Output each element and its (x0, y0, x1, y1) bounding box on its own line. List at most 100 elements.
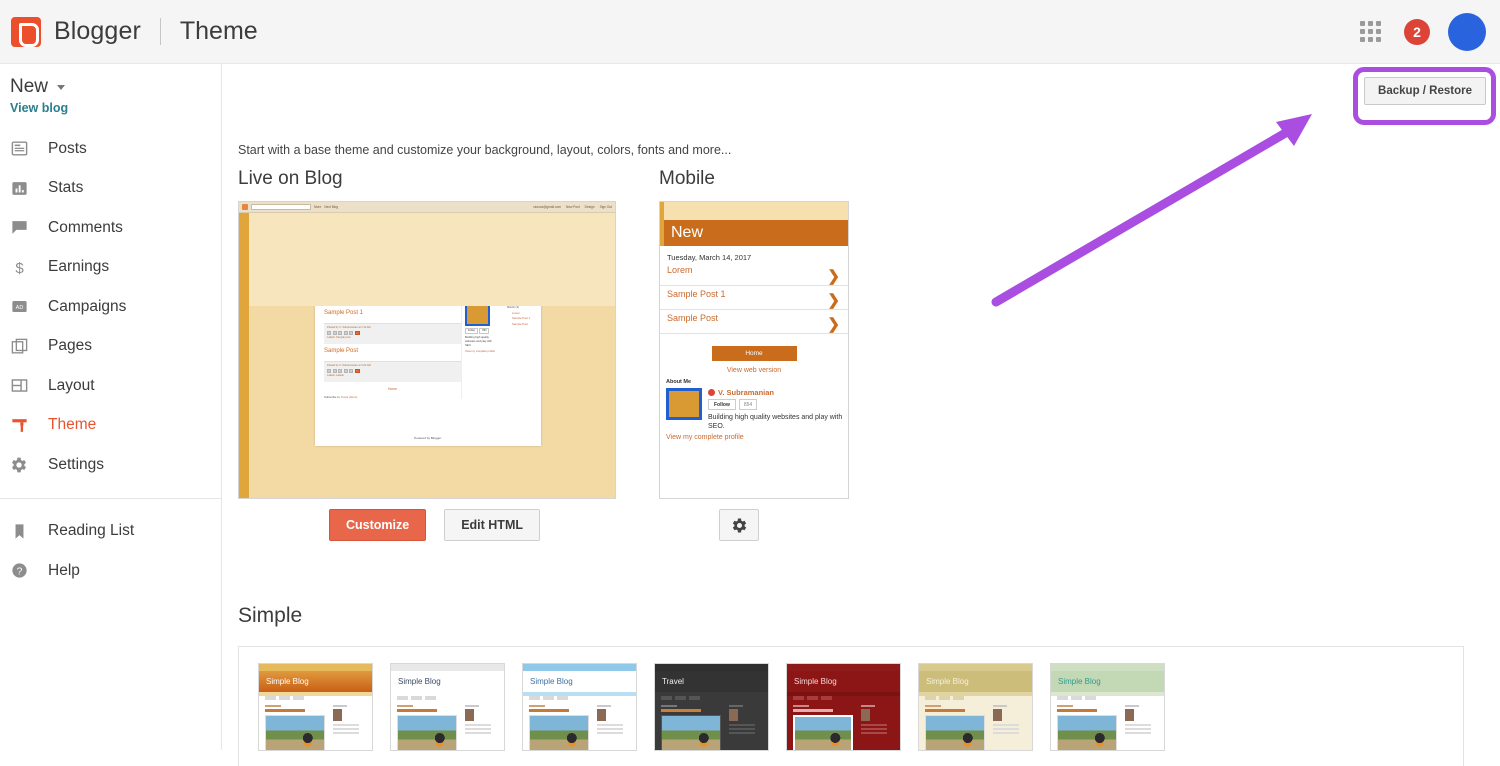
theme-thumbnail-title: Simple Blog (530, 677, 573, 686)
blogger-mini-logo-icon (242, 204, 248, 210)
blogger-logo-icon[interactable] (11, 17, 41, 47)
blog-bio: Building high quality websites and play … (465, 336, 499, 348)
mobile-bio: Building high quality websites and play … (708, 413, 843, 432)
mobile-blog-preview[interactable]: New Tuesday, March 14, 2017 Lorem ❯ Samp… (659, 201, 849, 499)
blog-archive-item[interactable]: March (3) (503, 305, 530, 309)
sidebar-item-layout[interactable]: Layout (0, 366, 221, 406)
live-blog-preview[interactable]: More Next Blog vsonva@gmail.com New Post… (238, 201, 616, 499)
avatar[interactable] (1448, 13, 1486, 51)
blog-navbar-design[interactable]: Design (585, 205, 595, 209)
header-divider (160, 18, 161, 45)
blog-post: Lorem Posted by V. Subramanian at 1:17 A… (324, 272, 461, 306)
blog-navbar-search[interactable] (251, 204, 311, 210)
chevron-right-icon: ❯ (827, 266, 840, 284)
theme-thumbnail-title: Travel (662, 677, 684, 686)
apps-grid-icon[interactable] (1358, 20, 1382, 44)
blog-post-labels: Labels: Lorem (327, 299, 458, 302)
mobile-blog-title: New (671, 224, 703, 242)
theme-thumbnail[interactable]: Simple Blog (786, 663, 901, 751)
blog-name-label: New (10, 76, 48, 98)
mobile-heading: Mobile (659, 168, 715, 190)
sidebar-item-stats[interactable]: Stats (0, 169, 221, 209)
blog-post-title[interactable]: Sample Post (324, 348, 461, 354)
mobile-top-strip (660, 202, 848, 220)
blog-navbar-new-post[interactable]: New Post (566, 205, 580, 209)
blog-archive-widget: Blog Archive 2017 (3) March (3) Lorem Sa… (503, 294, 530, 354)
blog-follow-button[interactable]: Follow (465, 328, 478, 334)
sidebar-item-earnings[interactable]: $ Earnings (0, 248, 221, 288)
svg-text:?: ? (16, 567, 22, 578)
blog-search-button[interactable]: Search (522, 280, 536, 286)
intro-text: Start with a base theme and customize yo… (238, 143, 731, 157)
theme-thumbnail[interactable]: Simple Blog (258, 663, 373, 751)
mobile-author-label: V. Subramanian (718, 388, 774, 397)
mobile-home-button[interactable]: Home (712, 346, 797, 361)
layout-icon (8, 375, 30, 397)
sidebar-item-label: Reading List (48, 522, 134, 540)
blog-navbar-signout[interactable]: Sign Out (600, 205, 612, 209)
backup-restore-button[interactable]: Backup / Restore (1364, 77, 1486, 105)
blog-archive-item[interactable]: Sample Post 1 (503, 316, 530, 320)
blog-profile-link[interactable]: View my complete profile (465, 350, 499, 354)
theme-thumbnail-title: Simple Blog (794, 677, 837, 686)
blog-search-input[interactable] (465, 279, 521, 284)
blog-share-icons[interactable] (327, 293, 458, 297)
sidebar-item-label: Pages (48, 337, 92, 355)
theme-thumbnail-title: Simple Blog (926, 677, 969, 686)
posts-icon (8, 138, 30, 160)
blog-header: New (315, 224, 541, 261)
blog-share-icons[interactable] (327, 369, 458, 373)
stats-icon (8, 177, 30, 199)
mobile-author-name[interactable]: V. Subramanian (708, 388, 843, 397)
mobile-web-version-link[interactable]: View web version (660, 361, 848, 379)
help-question-icon: ? (8, 560, 30, 582)
view-blog-link[interactable]: View blog (10, 101, 221, 115)
mobile-post[interactable]: Lorem ❯ (660, 262, 848, 286)
mobile-header: New (660, 220, 848, 246)
blog-selector[interactable]: New (0, 64, 221, 98)
mobile-settings-gear-icon[interactable] (719, 509, 759, 541)
blog-archive-item[interactable]: 2017 (3) (503, 300, 530, 304)
theme-thumbnail[interactable]: Simple Blog (1050, 663, 1165, 751)
chevron-down-icon[interactable] (57, 85, 65, 90)
theme-thumbnail[interactable]: Simple Blog (390, 663, 505, 751)
sidebar-item-theme[interactable]: Theme (0, 406, 221, 446)
blog-archive-item[interactable]: Lorem (503, 311, 530, 315)
sidebar-item-reading-list[interactable]: Reading List (0, 512, 221, 552)
sidebar-item-pages[interactable]: Pages (0, 327, 221, 367)
blog-navbar-email: vsonva@gmail.com (533, 205, 561, 209)
brand-label: Blogger (54, 17, 141, 46)
mobile-profile-link[interactable]: View my complete profile (660, 432, 848, 441)
blog-body: New Tuesday, March 14, 2017 Lorem Posted… (239, 213, 615, 499)
blog-post-title[interactable]: Sample Post 1 (324, 310, 461, 316)
page-title: Theme (180, 17, 258, 46)
theme-thumbnail[interactable]: Simple Blog (918, 663, 1033, 751)
blog-home-link[interactable]: Home (324, 387, 461, 391)
blog-post-title[interactable]: Lorem (324, 272, 461, 278)
notification-badge[interactable]: 2 (1404, 19, 1430, 45)
blog-subscribe-link[interactable]: Posts (Atom) (341, 395, 357, 399)
blog-navbar-more[interactable]: More (314, 205, 321, 209)
theme-thumbnail[interactable]: Simple Blog (522, 663, 637, 751)
blog-navbar-next[interactable]: Next Blog (324, 205, 338, 209)
blog-share-icons[interactable] (327, 331, 458, 335)
customize-button[interactable]: Customize (329, 509, 426, 541)
mobile-post[interactable]: Sample Post 1 ❯ (660, 286, 848, 310)
sidebar-item-settings[interactable]: Settings (0, 445, 221, 485)
sidebar-divider (0, 498, 221, 499)
blog-date: Tuesday, March 14, 2017 (324, 265, 461, 269)
backup-restore-wrap: Backup / Restore (1364, 77, 1486, 105)
sidebar-item-posts[interactable]: Posts (0, 129, 221, 169)
sidebar-item-campaigns[interactable]: AD Campaigns (0, 287, 221, 327)
sidebar-item-label: Settings (48, 456, 104, 474)
mobile-follow-button[interactable]: Follow (708, 399, 736, 410)
edit-html-button[interactable]: Edit HTML (444, 509, 540, 541)
chevron-right-icon: ❯ (827, 314, 840, 332)
sidebar-item-label: Layout (48, 377, 95, 395)
theme-thumbnail[interactable]: Travel (654, 663, 769, 751)
mobile-post[interactable]: Sample Post ❯ (660, 310, 848, 334)
theme-thumbnail-title: Simple Blog (266, 677, 309, 686)
sidebar-item-help[interactable]: ? Help (0, 551, 221, 591)
blog-archive-item[interactable]: Sample Post (503, 322, 530, 326)
sidebar-item-comments[interactable]: Comments (0, 208, 221, 248)
